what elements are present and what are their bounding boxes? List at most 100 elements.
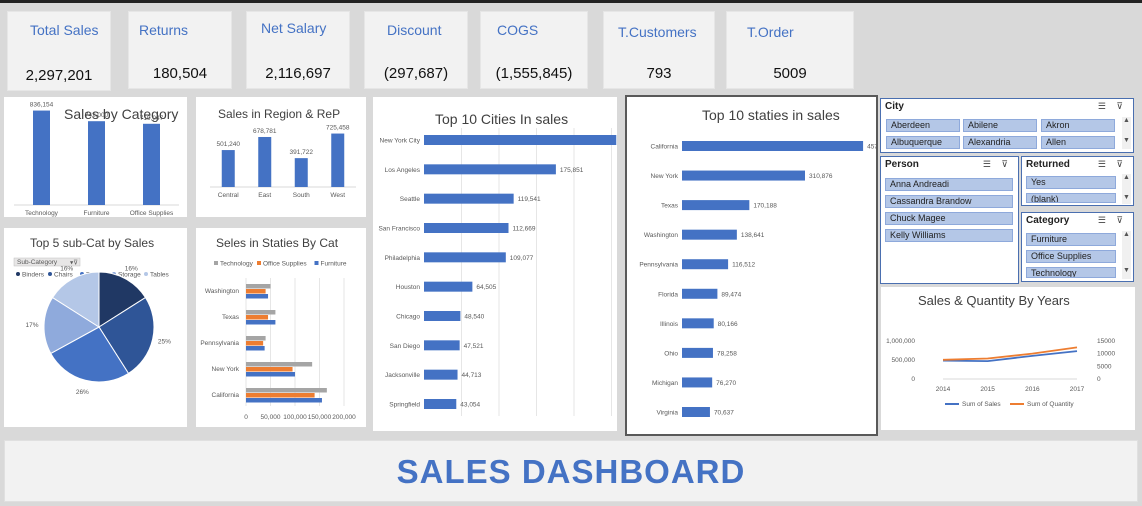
slicer-item[interactable]: Chuck Magee bbox=[885, 212, 1013, 225]
data-label: 48,540 bbox=[464, 314, 484, 321]
slicer-item[interactable]: Anna Andreadi bbox=[885, 178, 1013, 191]
bar bbox=[331, 133, 345, 187]
data-label: 138,641 bbox=[741, 232, 765, 239]
category-label: Chicago bbox=[396, 314, 420, 321]
category-label: Technology bbox=[25, 210, 59, 217]
bar bbox=[246, 393, 315, 398]
filter-icons[interactable]: ☰ ⊽ bbox=[983, 159, 1012, 170]
category-label: Springfield bbox=[389, 402, 420, 409]
data-label: 78,258 bbox=[717, 350, 737, 357]
slicer-item[interactable]: Allen bbox=[1041, 136, 1115, 149]
top-states-chart[interactable]: Top 10 staties in sales California457,68… bbox=[625, 95, 878, 436]
bar bbox=[246, 310, 276, 315]
category-label: East bbox=[258, 192, 271, 199]
kpi-value: (297,687) bbox=[383, 65, 449, 82]
kpi-label: COGS bbox=[497, 22, 539, 38]
data-label: 109,077 bbox=[510, 255, 534, 262]
kpi-returns[interactable]: Returns 180,504 bbox=[128, 11, 232, 89]
legend-label: Sum of Quantity bbox=[1027, 401, 1074, 408]
slicer-item[interactable]: Cassandra Brandow bbox=[885, 195, 1013, 208]
filter-icons[interactable]: ☰ ⊽ bbox=[1098, 101, 1127, 112]
data-label: 70,637 bbox=[714, 410, 734, 417]
data-label: 17% bbox=[26, 322, 39, 329]
bar bbox=[246, 294, 269, 299]
kpi-total-sales[interactable]: Total Sales 2,297,201 bbox=[7, 11, 111, 91]
dashboard-title: SALES DASHBOARD bbox=[396, 453, 746, 490]
slicer-item[interactable]: Kelly Williams bbox=[885, 229, 1013, 242]
bar bbox=[682, 407, 710, 417]
slicer-item[interactable]: Yes bbox=[1026, 176, 1116, 189]
category-label: Pennsylvania bbox=[200, 340, 239, 347]
scrollbar[interactable]: ▲ ▼ bbox=[1122, 231, 1131, 279]
tick-label: 10000 bbox=[1097, 351, 1115, 358]
data-label: 80,166 bbox=[718, 321, 738, 328]
kpi-cogs[interactable]: COGS (1,555,845) bbox=[480, 11, 588, 89]
sales-by-category-chart[interactable]: Sales by Category 836,154 Technology 742,0… bbox=[4, 97, 187, 217]
category-label: New York bbox=[651, 173, 679, 180]
legend-label: Office Supplies bbox=[263, 261, 307, 268]
bar bbox=[246, 284, 271, 289]
slicer-title: City bbox=[885, 101, 904, 112]
bar bbox=[424, 193, 514, 204]
legend-label: Chairs bbox=[54, 272, 74, 279]
bar bbox=[424, 399, 457, 409]
data-label: 170,188 bbox=[753, 203, 777, 210]
kpi-discount[interactable]: Discount (297,687) bbox=[364, 11, 468, 89]
data-label: 836,154 bbox=[30, 102, 54, 109]
slicer-item[interactable]: Akron bbox=[1041, 119, 1115, 132]
slicer-item[interactable]: Technology bbox=[1026, 267, 1116, 278]
chart-plot: California 457,688 New York 310,876 Texas 170… bbox=[639, 141, 876, 417]
data-label: 725,458 bbox=[326, 125, 350, 132]
legend-marker bbox=[16, 272, 20, 276]
returned-slicer[interactable]: Returned ☰ ⊽ Yes (blank) ▲ ▼ bbox=[1021, 156, 1134, 206]
category-label: Office Supplies bbox=[130, 210, 174, 217]
bar bbox=[682, 347, 713, 358]
scrollbar[interactable]: ▲ ▼ bbox=[1122, 174, 1131, 204]
person-slicer[interactable]: Person ☰ ⊽ Anna Andreadi Cassandra Brand… bbox=[880, 156, 1019, 284]
slicer-item[interactable]: Furniture bbox=[1026, 233, 1116, 246]
tick-label: 5000 bbox=[1097, 363, 1112, 370]
slicer-item[interactable]: Alexandria bbox=[963, 136, 1037, 149]
category-label: Furniture bbox=[83, 210, 109, 217]
filter-icons[interactable]: ☰ ⊽ bbox=[1098, 159, 1127, 170]
kpi-label: T.Order bbox=[747, 24, 794, 40]
category-label: Washington bbox=[205, 288, 239, 295]
slicer-item[interactable]: Albuquerque bbox=[886, 136, 960, 149]
filter-icons[interactable]: ☰ ⊽ bbox=[1098, 215, 1127, 226]
data-label: 678,781 bbox=[253, 128, 277, 135]
category-label: Central bbox=[218, 192, 240, 199]
slicer-title: Category bbox=[1026, 215, 1070, 226]
filter-label: Sub-Category bbox=[17, 259, 58, 266]
sheet-top-border bbox=[0, 0, 1142, 3]
slicer-item[interactable]: Aberdeen bbox=[886, 119, 960, 132]
category-slicer[interactable]: Category ☰ ⊽ Furniture Office Supplies T… bbox=[1021, 212, 1134, 282]
scrollbar[interactable]: ▲ ▼ bbox=[1122, 117, 1131, 149]
bar bbox=[424, 135, 617, 145]
sales-in-region-chart[interactable]: Sales in Region & ReP 501,240 Central 678,… bbox=[196, 97, 366, 217]
bar bbox=[246, 398, 322, 403]
bar bbox=[424, 340, 460, 351]
category-label: California bbox=[651, 144, 679, 151]
legend-label: Tables bbox=[150, 272, 170, 279]
bar bbox=[246, 320, 276, 325]
bar bbox=[424, 369, 458, 380]
top-sub-category-pie[interactable]: Top 5 sub-Cat by Sales Sub-Category ▾⊽ Bin… bbox=[4, 228, 187, 427]
top-cities-chart[interactable]: Top 10 Cities In sales New York City256,… bbox=[373, 97, 617, 431]
city-slicer[interactable]: City ☰ ⊽ Aberdeen Abilene Akron Albuquer… bbox=[880, 98, 1134, 153]
bar bbox=[682, 229, 737, 240]
data-label: 76,270 bbox=[716, 380, 736, 387]
kpi-total-order[interactable]: T.Order 5009 bbox=[726, 11, 854, 89]
slicer-item[interactable]: (blank) bbox=[1026, 193, 1116, 203]
category-label: California bbox=[212, 392, 240, 399]
category-label: Seattle bbox=[400, 196, 421, 203]
bar bbox=[424, 164, 556, 175]
bar bbox=[246, 372, 295, 377]
slicer-item[interactable]: Abilene bbox=[963, 119, 1037, 132]
slicer-title: Returned bbox=[1026, 159, 1070, 170]
sales-quantity-years-chart[interactable]: Sales & Quantity By Years 1,000,000 500,0… bbox=[881, 287, 1135, 430]
category-label: New York bbox=[212, 366, 240, 373]
kpi-net-salary[interactable]: Net Salary 2,116,697 bbox=[246, 11, 350, 89]
slicer-item[interactable]: Office Supplies bbox=[1026, 250, 1116, 263]
sales-states-by-category-chart[interactable]: Seles in Staties By Cat Technology Office… bbox=[196, 228, 366, 427]
kpi-total-customers[interactable]: T.Customers 793 bbox=[603, 11, 715, 89]
